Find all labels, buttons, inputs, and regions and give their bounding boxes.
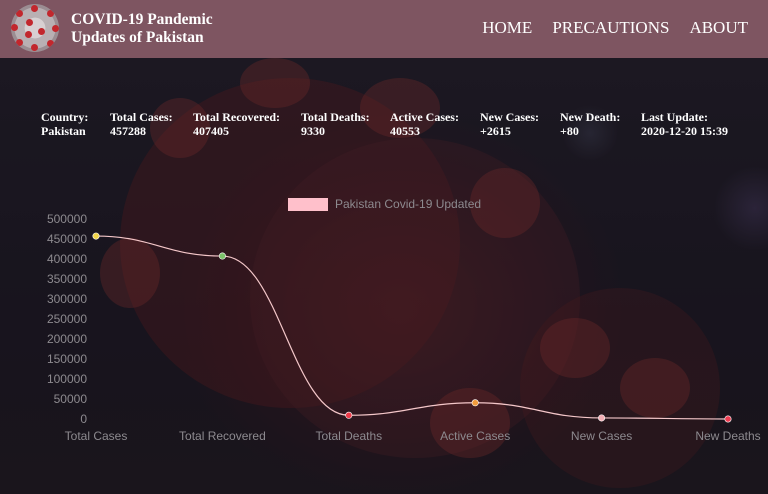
stat-label: Total Cases: — [110, 110, 173, 124]
stat-value: 40553 — [390, 124, 420, 138]
nav-about-link[interactable]: ABOUT — [689, 18, 748, 38]
data-point[interactable] — [345, 411, 353, 419]
y-axis: 5000004500004000003500003000002500002000… — [47, 212, 87, 426]
main-nav: HOME PRECAUTIONS ABOUT — [462, 18, 748, 38]
y-tick-label: 450000 — [47, 232, 87, 246]
data-points — [92, 232, 732, 423]
site-title-line2: Updates of Pakistan — [71, 29, 204, 46]
x-tick-label: Total Deaths — [315, 429, 382, 443]
stat-active-cases: Active Cases: 40553 — [390, 110, 459, 138]
stat-value: +80 — [560, 124, 579, 138]
stat-last-update: Last Update: 2020-12-20 15:39 — [641, 110, 728, 138]
stat-label: Country: — [41, 110, 89, 124]
stat-value: 2020-12-20 15:39 — [641, 124, 728, 138]
data-point[interactable] — [471, 399, 479, 407]
stat-total-deaths: Total Deaths: 9330 — [301, 110, 370, 138]
data-point[interactable] — [218, 252, 226, 260]
legend-label[interactable]: Pakistan Covid-19 Updated — [335, 197, 481, 211]
stat-label: Total Recovered: — [193, 110, 280, 124]
nav-precautions-link[interactable]: PRECAUTIONS — [552, 18, 669, 38]
x-tick-label: New Deaths — [695, 429, 760, 443]
stat-label: Active Cases: — [390, 110, 459, 124]
stat-label: New Cases: — [480, 110, 539, 124]
y-tick-label: 150000 — [47, 352, 87, 366]
series-line — [95, 235, 729, 420]
legend-color-box[interactable] — [288, 198, 328, 211]
stat-new-death: New Death: +80 — [560, 110, 620, 138]
stat-total-cases: Total Cases: 457288 — [110, 110, 173, 138]
y-tick-label: 300000 — [47, 292, 87, 306]
x-tick-label: Total Recovered — [179, 429, 266, 443]
nav-home-link[interactable]: HOME — [482, 18, 532, 38]
stat-value: +2615 — [480, 124, 511, 138]
x-tick-label: New Cases — [571, 429, 632, 443]
stat-total-recovered: Total Recovered: 407405 — [193, 110, 280, 138]
y-tick-label: 0 — [80, 412, 87, 426]
y-tick-label: 350000 — [47, 272, 87, 286]
top-navbar: COVID-19 Pandemic Updates of Pakistan HO… — [0, 0, 768, 58]
y-tick-label: 50000 — [54, 392, 88, 406]
site-title[interactable]: COVID-19 Pandemic Updates of Pakistan — [71, 11, 213, 47]
coronavirus-logo-icon[interactable] — [11, 4, 59, 52]
data-point[interactable] — [724, 415, 732, 423]
stat-label: New Death: — [560, 110, 621, 124]
y-tick-label: 200000 — [47, 332, 87, 346]
covid-line-chart[interactable]: Pakistan Covid-19 Updated 50000045000040… — [0, 190, 768, 450]
stat-value: 9330 — [301, 124, 325, 138]
x-tick-label: Active Cases — [440, 429, 510, 443]
site-title-line1: COVID-19 Pandemic — [71, 11, 213, 28]
stat-new-cases: New Cases: +2615 — [480, 110, 539, 138]
stat-country: Country: Pakistan — [41, 110, 88, 138]
y-tick-label: 500000 — [47, 212, 87, 226]
data-point[interactable] — [598, 414, 606, 422]
y-tick-label: 100000 — [47, 372, 87, 386]
stat-label: Total Deaths: — [301, 110, 370, 124]
stat-value: 407405 — [193, 124, 229, 138]
y-tick-label: 400000 — [47, 252, 87, 266]
stat-label: Last Update: — [641, 110, 709, 124]
stat-value: 457288 — [110, 124, 146, 138]
data-point[interactable] — [92, 232, 100, 240]
x-axis: Total Cases Total Recovered Total Deaths Ac… — [65, 429, 761, 443]
x-tick-label: Total Cases — [65, 429, 128, 443]
stat-value: Pakistan — [41, 124, 86, 138]
y-tick-label: 250000 — [47, 312, 87, 326]
